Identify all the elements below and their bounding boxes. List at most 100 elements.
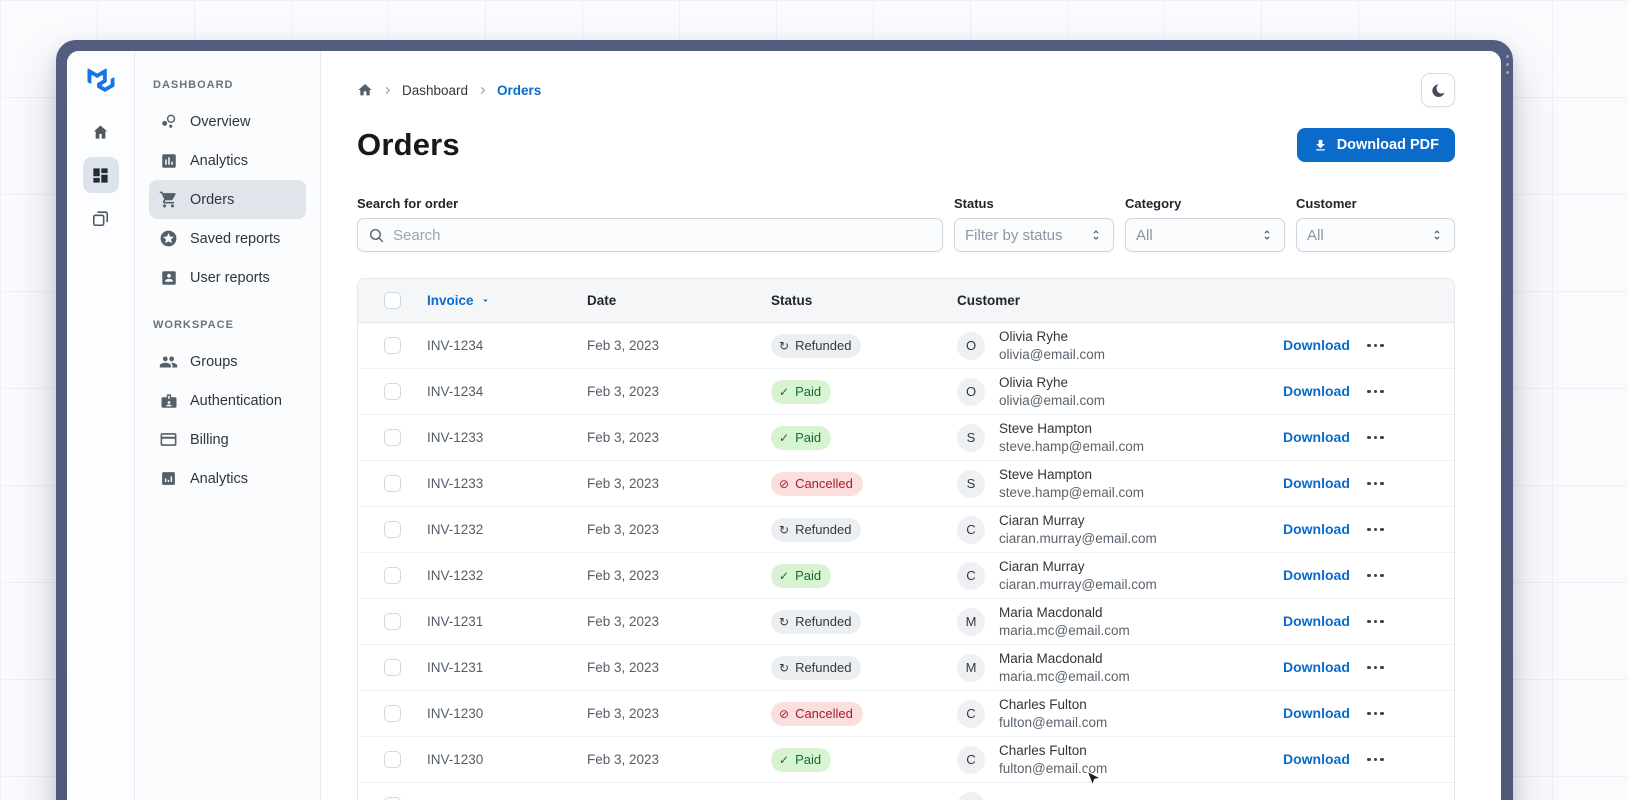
sidebar-item-overview[interactable]: Overview: [149, 102, 306, 141]
customer-avatar: C: [957, 699, 985, 728]
download-link[interactable]: Download: [1283, 521, 1350, 537]
download-link[interactable]: Download: [1283, 751, 1350, 767]
customer-filter-select[interactable]: All: [1296, 218, 1455, 252]
breadcrumb-dashboard-link[interactable]: Dashboard: [402, 83, 468, 98]
download-link[interactable]: Download: [1283, 429, 1350, 445]
row-checkbox[interactable]: [384, 475, 401, 492]
sidebar-item-groups[interactable]: Groups: [149, 342, 306, 381]
status-label: Refunded: [795, 660, 852, 675]
more-actions-button[interactable]: [1363, 384, 1388, 400]
customer-email: steve.hamp@email.com: [999, 438, 1145, 454]
customer-name: Maria Macdonald: [999, 650, 1103, 666]
row-checkbox[interactable]: [384, 337, 401, 354]
invoice-cell: INV-1233: [427, 476, 484, 491]
invoice-cell: INV-1234: [427, 338, 484, 353]
bar-chart-icon: [159, 151, 178, 170]
row-checkbox[interactable]: [384, 659, 401, 676]
row-checkbox[interactable]: [384, 429, 401, 446]
status-chip: ⊘ Cancelled: [771, 701, 863, 726]
status-label: Refunded: [795, 522, 852, 537]
download-link[interactable]: Download: [1283, 337, 1350, 353]
status-chip: ↻ Refunded: [771, 609, 862, 634]
date-cell: Feb 3, 2023: [587, 384, 660, 399]
date-cell: Feb 3, 2023: [587, 522, 660, 537]
sidebar-item-label: Analytics: [190, 470, 249, 487]
more-actions-button[interactable]: [1363, 476, 1388, 492]
status-filter-label: Status: [954, 196, 994, 211]
row-checkbox[interactable]: [384, 567, 401, 584]
search-icon: [368, 227, 385, 244]
sidebar-item-analytics[interactable]: Analytics: [149, 141, 306, 180]
page-title: Orders: [357, 127, 460, 162]
download-link[interactable]: Download: [1283, 705, 1350, 721]
download-link[interactable]: Download: [1283, 383, 1350, 399]
customer-avatar: M: [957, 607, 985, 636]
column-header-invoice[interactable]: Invoice: [427, 293, 587, 308]
status-label: Cancelled: [795, 476, 853, 491]
download-pdf-label: Download PDF: [1336, 137, 1439, 153]
table-row: INV-1234 Feb 3, 2023 ✓ Paid O Olivia Ryh…: [358, 369, 1454, 415]
download-link[interactable]: Download: [1283, 659, 1350, 675]
status-icon: ✓: [779, 568, 790, 583]
customer-email: ciaran.murray@email.com: [999, 530, 1157, 546]
more-actions-button[interactable]: [1363, 706, 1388, 722]
invoice-cell: INV-1232: [427, 568, 484, 583]
credit-card-icon: [159, 430, 178, 449]
date-cell: Feb 3, 2023: [587, 338, 660, 353]
sidebar: DASHBOARD Overview Analytics Orders Save…: [135, 51, 321, 800]
search-input[interactable]: [393, 226, 932, 244]
layers-icon[interactable]: [83, 200, 119, 236]
sidebar-item-user-reports[interactable]: User reports: [149, 258, 306, 297]
more-actions-button[interactable]: [1363, 338, 1388, 354]
date-cell: Feb 3, 2023: [587, 660, 660, 675]
more-actions-button[interactable]: [1363, 614, 1388, 630]
customer-avatar: S: [957, 423, 985, 452]
row-checkbox[interactable]: [384, 383, 401, 400]
table-row: INV-1232 Feb 3, 2023 ↻ Refunded C Ciaran…: [358, 507, 1454, 553]
sidebar-item-authentication[interactable]: Authentication: [149, 381, 306, 420]
more-actions-button[interactable]: [1363, 522, 1388, 538]
breadcrumb-orders-link[interactable]: Orders: [497, 83, 541, 98]
table-row: INV-1230 Feb 3, 2023 ✓ Paid C Charles Fu…: [358, 737, 1454, 783]
sidebar-item-orders[interactable]: Orders: [149, 180, 306, 219]
more-actions-button[interactable]: [1363, 430, 1388, 446]
breadcrumb-home-icon[interactable]: [357, 82, 373, 98]
sidebar-item-label: Authentication: [190, 392, 282, 409]
row-checkbox[interactable]: [384, 613, 401, 630]
icon-rail: [67, 51, 135, 800]
download-link[interactable]: Download: [1283, 613, 1350, 629]
sidebar-item-saved-reports[interactable]: Saved reports: [149, 219, 306, 258]
customer-name: Ciaran Murray: [999, 512, 1085, 528]
color-mode-toggle-button[interactable]: [1421, 73, 1455, 107]
search-field[interactable]: [357, 218, 943, 252]
table-row: INV-1231 Feb 3, 2023 ↻ Refunded M Maria …: [358, 645, 1454, 691]
more-actions-button[interactable]: [1363, 660, 1388, 676]
row-checkbox[interactable]: [384, 521, 401, 538]
download-link[interactable]: Download: [1283, 475, 1350, 491]
category-filter-select[interactable]: All: [1125, 218, 1285, 252]
more-actions-button[interactable]: [1363, 752, 1388, 768]
invoice-cell: INV-1231: [427, 660, 484, 675]
download-link[interactable]: Download: [1283, 567, 1350, 583]
status-icon: ↻: [779, 522, 790, 537]
status-label: Paid: [795, 568, 822, 583]
dashboard-grid-icon[interactable]: [82, 157, 119, 193]
date-cell: Feb 3, 2023: [587, 614, 660, 629]
status-filter-select[interactable]: Filter by status: [954, 218, 1114, 252]
shopping-cart-icon: [159, 190, 178, 209]
sidebar-item-analytics-2[interactable]: Analytics: [149, 459, 306, 498]
select-all-checkbox[interactable]: [384, 292, 401, 309]
more-actions-button[interactable]: [1363, 568, 1388, 584]
sidebar-section-title: WORKSPACE: [153, 319, 234, 331]
row-checkbox[interactable]: [384, 705, 401, 722]
row-checkbox[interactable]: [384, 751, 401, 768]
home-icon[interactable]: [83, 114, 119, 150]
download-pdf-button[interactable]: Download PDF: [1296, 128, 1455, 162]
groups-icon: [159, 352, 178, 371]
badge-icon: [159, 391, 178, 410]
download-icon: [1313, 138, 1328, 153]
sidebar-section-title: DASHBOARD: [153, 79, 234, 91]
table-row: INV-1233 Feb 3, 2023 ⊘ Cancelled S Steve…: [358, 461, 1454, 507]
sidebar-item-billing[interactable]: Billing: [149, 420, 306, 459]
category-filter-value: All: [1136, 226, 1153, 244]
